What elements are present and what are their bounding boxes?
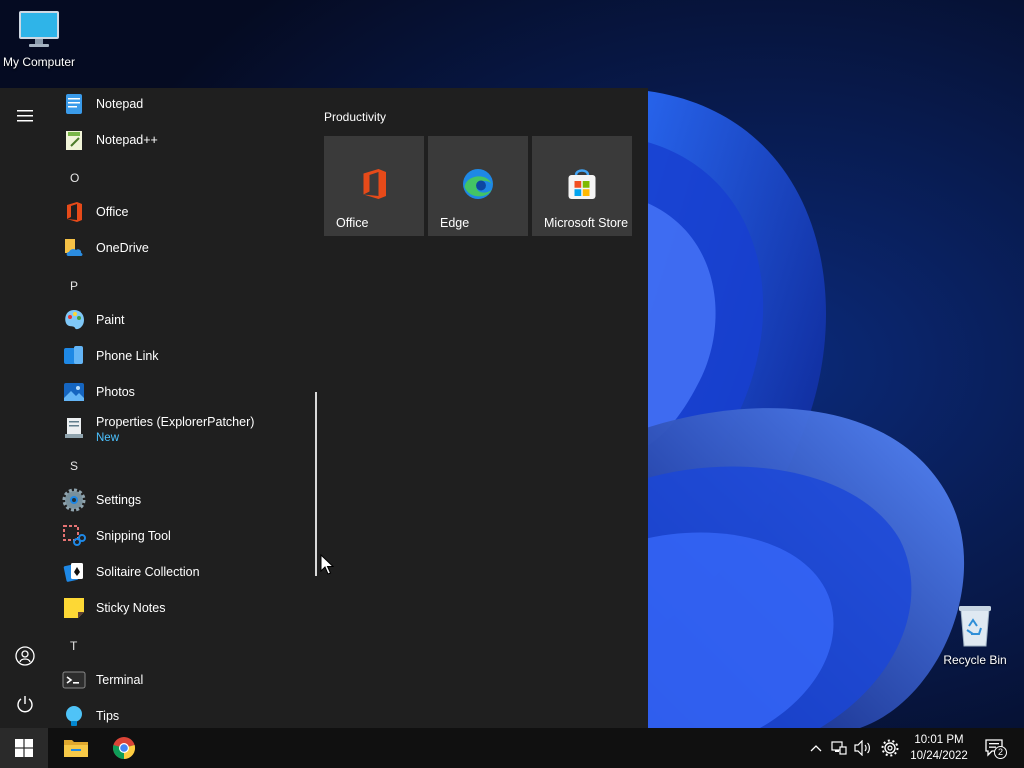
tile-edge[interactable]: Edge [428,136,528,236]
photos-icon [64,383,84,401]
app-item-photos[interactable]: Photos [62,376,312,408]
edge-icon [463,169,493,199]
sticky-notes-icon [64,598,84,618]
start-button[interactable] [0,728,48,768]
gear-icon [881,739,899,757]
speaker-icon [854,740,870,756]
tile-microsoft-store[interactable]: Microsoft Store [532,136,632,236]
app-item-notepad[interactable]: Notepad [62,88,312,120]
power-button[interactable] [9,688,41,720]
clock-date: 10/24/2022 [910,750,968,762]
tile-label: Office [336,216,369,230]
app-item-onedrive[interactable]: OneDrive [62,232,312,264]
app-label: Paint [96,313,125,327]
user-account-button[interactable] [9,640,41,672]
app-item-phone-link[interactable]: Phone Link [62,340,312,372]
section-letter[interactable]: P [70,279,78,293]
app-label: Photos [96,385,135,399]
user-icon [15,646,35,666]
terminal-icon [62,671,86,689]
tile-group-title[interactable]: Productivity [324,110,386,124]
app-item-settings[interactable]: Settings [62,484,312,516]
notification-center-button[interactable]: 2 [982,738,1008,759]
settings-tray-button[interactable] [880,738,900,758]
solitaire-icon [63,563,83,582]
office-icon [363,169,386,199]
taskbar-chrome[interactable] [100,728,148,768]
app-label: Terminal [96,673,144,687]
app-item-notepad-plus-plus[interactable]: Notepad++ [62,124,312,156]
tile-label: Microsoft Store [544,216,629,230]
app-label: Solitaire Collection [96,565,200,579]
monitor-icon [19,11,59,47]
network-icon [831,741,847,755]
chevron-up-icon [810,745,822,752]
onedrive-icon [65,239,83,256]
app-item-sticky-notes[interactable]: Sticky Notes [62,592,312,624]
power-icon [17,696,33,713]
app-item-terminal[interactable]: Terminal [62,664,312,696]
taskbar-file-explorer[interactable] [52,728,100,768]
taskbar: 10:01 PM 10/24/2022 2 [0,728,1024,768]
clock[interactable]: 10:01 PM 10/24/2022 [900,732,978,764]
app-label: Tips [96,709,120,723]
app-list-scrollbar[interactable] [315,392,317,576]
section-letter[interactable]: O [70,171,79,185]
network-button[interactable] [829,738,849,758]
app-item-solitaire-collection[interactable]: Solitaire Collection [62,556,312,588]
phone-link-icon [64,346,83,364]
menu-toggle-button[interactable] [9,100,41,132]
snipping-tool-icon [63,525,86,546]
desktop-icon-recycle-bin[interactable]: Recycle Bin [933,602,1017,667]
app-item-snipping-tool[interactable]: Snipping Tool [62,520,312,552]
microsoft-store-icon [568,169,596,199]
app-item-tips[interactable]: Tips [62,700,312,728]
paint-icon [65,310,84,330]
tips-icon [66,706,82,726]
app-label: Properties (ExplorerPatcher) [96,414,255,429]
app-label: Office [96,205,129,219]
app-list[interactable]: Notepad Notepad++ O Office OneDrive P Pa… [50,88,316,728]
clock-time: 10:01 PM [914,734,964,746]
app-item-office[interactable]: Office [62,196,312,228]
section-letter[interactable]: S [70,459,78,473]
app-label: Notepad++ [96,133,158,147]
start-menu: Notepad Notepad++ O Office OneDrive P Pa… [0,88,648,728]
desktop-icon-label: Recycle Bin [943,653,1007,667]
notepad-icon [66,94,82,114]
app-label: OneDrive [96,241,149,255]
recycle-bin-icon [959,606,991,647]
new-badge: New [96,431,120,444]
app-item-properties-explorerpatcher[interactable]: Properties (ExplorerPatcher) New [62,410,312,446]
section-letter[interactable]: T [70,639,77,653]
properties-icon [65,418,83,438]
app-label: Settings [96,493,142,507]
start-menu-rail [0,88,50,728]
app-label: Sticky Notes [96,601,166,615]
show-hidden-icons-button[interactable] [806,738,826,758]
app-label: Phone Link [96,349,159,363]
tile-label: Edge [440,216,470,230]
mouse-cursor-icon [320,554,334,575]
app-label: Snipping Tool [96,529,171,543]
volume-button[interactable] [853,738,873,758]
notepad-plus-plus-icon [66,131,82,150]
notification-count-badge: 2 [994,746,1007,759]
chrome-icon [112,737,136,759]
hamburger-icon [17,110,33,122]
tile-office[interactable]: Office [324,136,424,236]
app-label: Notepad [96,97,144,111]
office-icon [67,202,82,222]
settings-icon [62,488,86,512]
windows-logo-icon [15,739,33,757]
folder-icon [64,740,88,757]
desktop-icon-label: My Computer [2,55,76,69]
app-item-paint[interactable]: Paint [62,304,312,336]
desktop-icon-my-computer[interactable]: My Computer [0,8,81,69]
